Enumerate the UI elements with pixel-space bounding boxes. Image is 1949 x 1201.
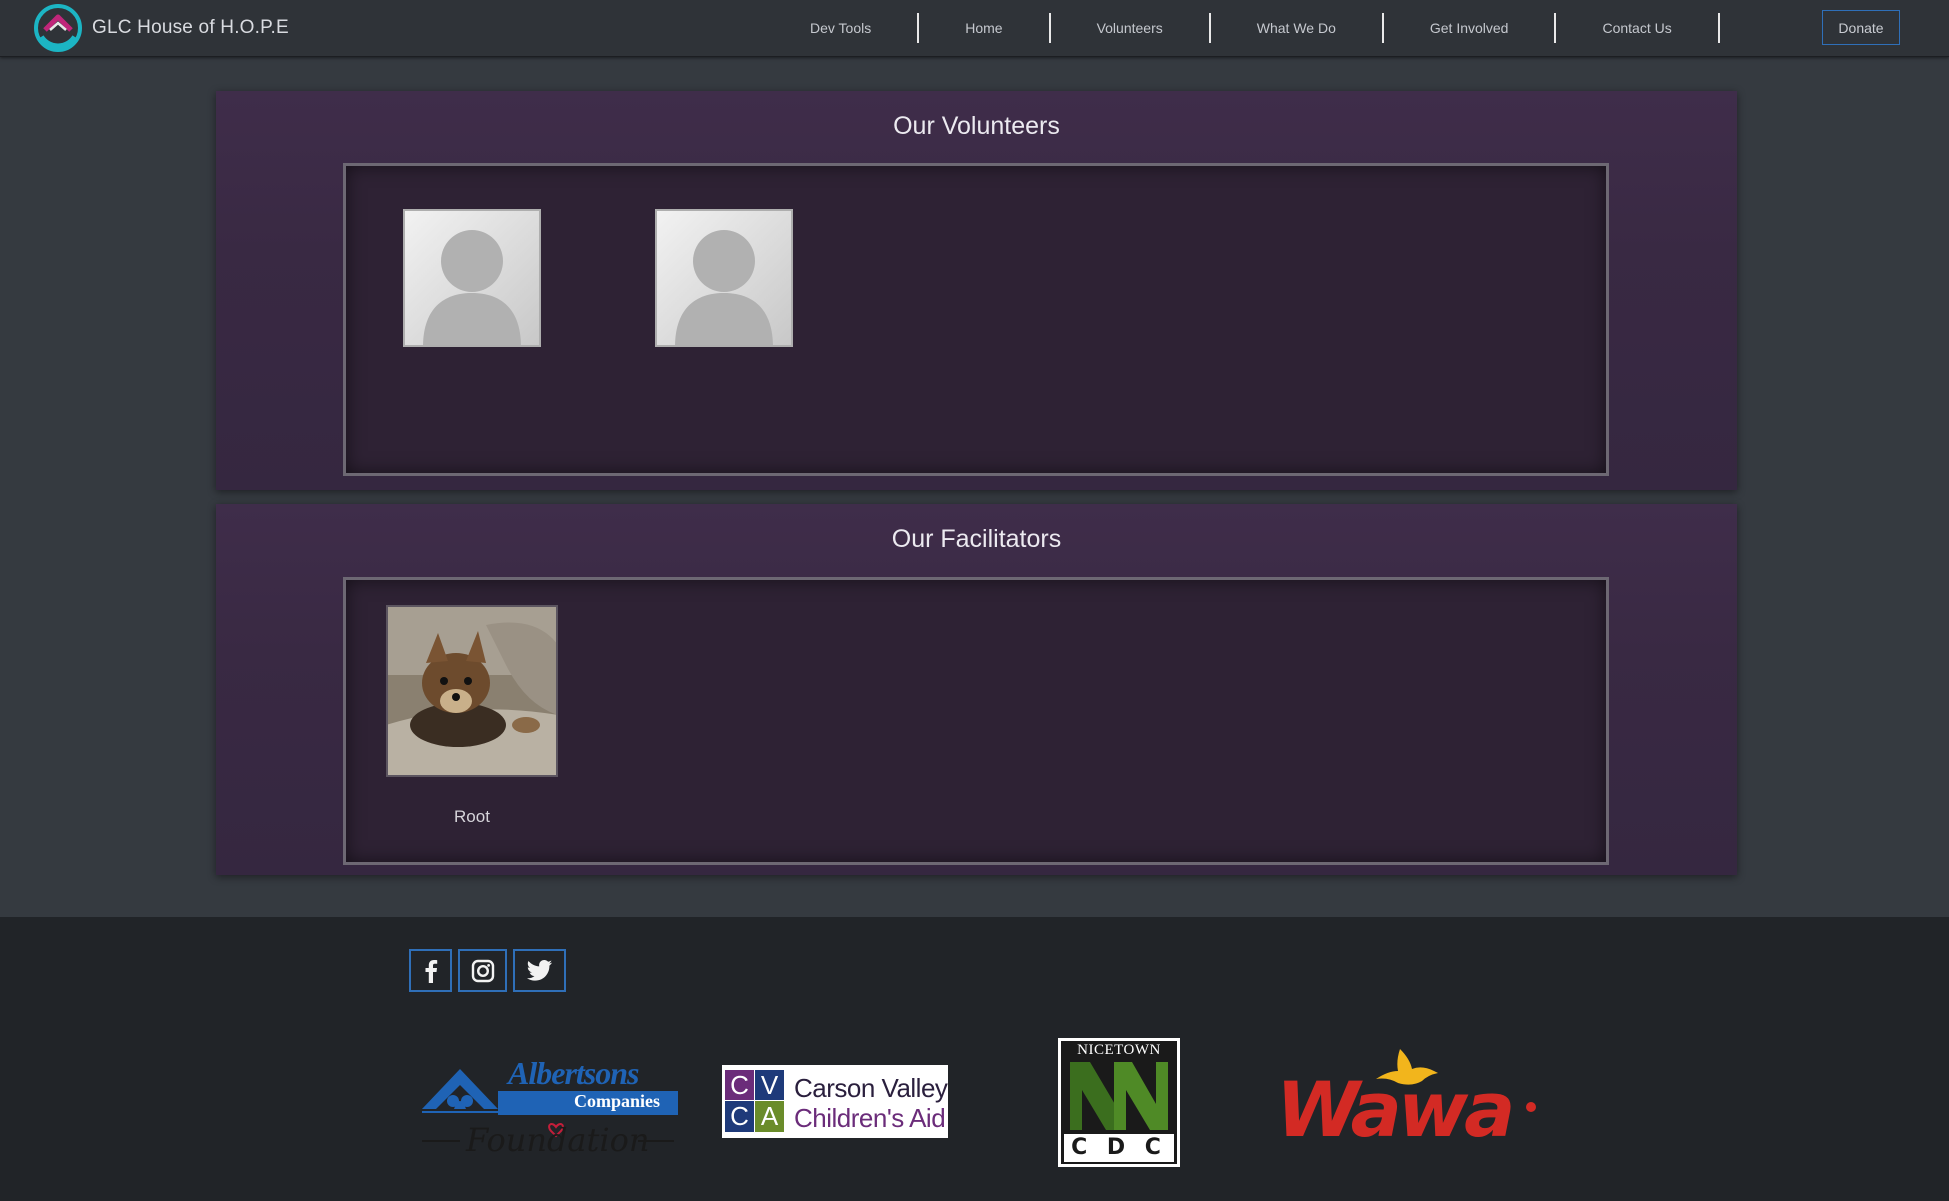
- sponsor-cvca-logo[interactable]: C V C A Carson Valley Children's Aid: [722, 1065, 948, 1138]
- donate-button[interactable]: Donate: [1822, 10, 1900, 45]
- volunteers-section: Our Volunteers: [216, 91, 1737, 490]
- albertsons-companies: Companies: [574, 1091, 661, 1111]
- facilitator-name: Root: [454, 807, 490, 826]
- facilitator-photo[interactable]: [386, 605, 558, 777]
- instagram-icon: [471, 959, 494, 982]
- volunteer-avatar[interactable]: [403, 209, 541, 347]
- volunteer-avatar[interactable]: [655, 209, 793, 347]
- albertsons-foundation: Foundation: [466, 1121, 650, 1159]
- nav-contact-us[interactable]: Contact Us: [1556, 20, 1717, 36]
- top-navbar: GLC House of H.O.P.E Dev Tools Home Volu…: [0, 0, 1949, 57]
- twitter-link[interactable]: [513, 949, 566, 992]
- nav-volunteers[interactable]: Volunteers: [1051, 20, 1209, 36]
- volunteers-list: [343, 163, 1609, 476]
- brand[interactable]: GLC House of H.O.P.E: [33, 2, 289, 54]
- cvca-letter: V: [755, 1070, 784, 1100]
- cvca-letter: C: [725, 1101, 754, 1132]
- nav-get-involved[interactable]: Get Involved: [1384, 20, 1555, 36]
- nav-divider: [1717, 13, 1720, 43]
- albertsons-name: Albertsons: [508, 1055, 639, 1091]
- person-placeholder-icon: [675, 230, 773, 345]
- nav-home[interactable]: Home: [919, 20, 1048, 36]
- volunteers-title: Our Volunteers: [893, 112, 1060, 140]
- person-placeholder-icon: [423, 230, 521, 345]
- house-logo-icon: [34, 4, 82, 52]
- facebook-icon: [425, 959, 437, 983]
- twitter-icon: [526, 959, 552, 981]
- nav-dev-tools[interactable]: Dev Tools: [760, 20, 917, 36]
- cvca-letter: C: [725, 1070, 754, 1100]
- nav-what-we-do[interactable]: What We Do: [1211, 20, 1382, 36]
- instagram-link[interactable]: [458, 949, 507, 992]
- wawa-name: Wawa: [1276, 1065, 1515, 1154]
- facilitators-list: Root: [343, 577, 1609, 865]
- brand-name: GLC House of H.O.P.E: [92, 17, 289, 38]
- cvca-line1: Carson Valley: [794, 1073, 948, 1103]
- sponsor-wawa-logo[interactable]: Wawa: [1272, 1043, 1537, 1159]
- dog-photo-icon: [388, 607, 556, 775]
- cdc-text: C D C: [1071, 1135, 1167, 1160]
- facebook-link[interactable]: [409, 949, 452, 992]
- footer: Albertsons Companies Foundation C V C A …: [0, 917, 1949, 1201]
- facilitators-section: Our Facilitators Root: [216, 504, 1737, 875]
- facilitators-title: Our Facilitators: [891, 525, 1062, 553]
- sponsor-albertsons-logo[interactable]: Albertsons Companies Foundation: [420, 1049, 678, 1159]
- sponsor-nicetown-cdc-logo[interactable]: NICETOWN C D C: [1058, 1038, 1180, 1167]
- nav-links: Dev Tools Home Volunteers What We Do Get…: [760, 0, 1720, 56]
- cvca-letter: A: [755, 1101, 784, 1132]
- cvca-line2: Children's Aid: [794, 1103, 946, 1133]
